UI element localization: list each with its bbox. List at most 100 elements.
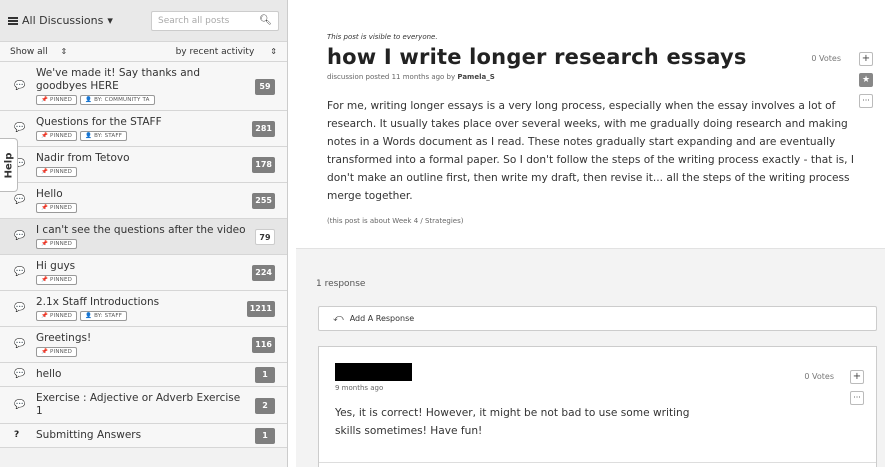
thread-list: 💬 We've made it! Say thanks and goodbyes … (0, 62, 287, 448)
comment-count: 1211 (246, 301, 275, 317)
thread-item[interactable]: ? Submitting Answers 1 (0, 424, 287, 448)
sort-bar: Show all ⇕ by recent activity ⇕ (0, 42, 287, 62)
thread-item[interactable]: 💬 Hi guys 📌 PINNED 224 (0, 255, 287, 291)
response-vote-count: 0 Votes (804, 372, 834, 381)
vote-plus-icon[interactable]: + (859, 52, 873, 66)
discussion-sidebar: All Discussions ▾ 🔍︎ Show all ⇕ by recen… (0, 0, 288, 467)
thread-item[interactable]: 💬 Exercise : Adjective or Adverb Exercise… (0, 387, 287, 424)
pinned-badge: 📌 PINNED (36, 311, 78, 321)
response-body: Yes, it is correct! However, it might be… (335, 407, 690, 437)
search-icon[interactable]: 🔍︎ (259, 15, 272, 26)
thread-title: Greetings! (36, 332, 92, 344)
vote-plus-icon[interactable]: + (850, 370, 864, 384)
pinned-badge: 📌 PINNED (36, 239, 78, 249)
thread-title: Nadir from Tetovo (36, 152, 130, 164)
select-arrows-icon: ⇕ (270, 47, 277, 56)
pinned-badge: 📌 PINNED (36, 95, 78, 105)
response-card: 9 months ago Yes, it is correct! However… (318, 346, 877, 467)
thread-item[interactable]: 💬 I can't see the questions after the vid… (0, 219, 287, 255)
pinned-badge: 📌 PINNED (36, 275, 78, 285)
divider (319, 462, 876, 463)
visibility-note: This post is visible to everyone. (327, 33, 438, 41)
thread-badges: 📌 PINNED (36, 167, 247, 177)
thread-item[interactable]: 💬 We've made it! Say thanks and goodbyes … (0, 62, 287, 111)
thread-title: hello (36, 368, 62, 380)
thread-badges: 📌 PINNED (36, 239, 247, 249)
thread-title: Exercise : Adjective or Adverb Exercise … (36, 392, 241, 417)
thread-badges: 📌 PINNED (36, 347, 247, 357)
pinned-badge: 📌 PINNED (36, 131, 78, 141)
thread-item[interactable]: 💬 Nadir from Tetovo 📌 PINNED 178 (0, 147, 287, 183)
comment-count: 2 (255, 397, 275, 414)
author-role-badge: 👤 BY: STAFF (80, 311, 128, 321)
thread-badges: 📌 PINNED (36, 203, 247, 213)
select-arrows-icon: ⇕ (60, 46, 68, 56)
all-discussions-menu[interactable]: All Discussions ▾ (8, 14, 113, 27)
more-options-icon[interactable]: ··· (859, 94, 873, 108)
add-response-button[interactable]: ⤺ Add A Response (318, 306, 877, 331)
thread-item[interactable]: 💬 2.1x Staff Introductions 📌 PINNED 👤 BY: S… (0, 291, 287, 327)
comment-icon: 💬 (14, 303, 26, 313)
menu-icon (8, 16, 18, 25)
author-role-badge: 👤 BY: STAFF (80, 131, 128, 141)
all-discussions-label: All Discussions (22, 14, 104, 27)
response-count: 1 response (316, 279, 366, 289)
comment-icon: 💬 (14, 123, 26, 133)
author-link[interactable]: Pamela_S (457, 73, 494, 81)
comment-count: 59 (255, 78, 275, 95)
thread-item[interactable]: 💬 Hello 📌 PINNED 255 (0, 183, 287, 219)
thread-title: 2.1x Staff Introductions (36, 296, 160, 308)
redacted-author (335, 363, 412, 381)
post-body: For me, writing longer essays is a very … (327, 100, 855, 202)
thread-item[interactable]: 💬 hello 1 (0, 363, 287, 387)
question-icon: ? (14, 430, 20, 440)
more-options-icon[interactable]: ··· (850, 391, 864, 405)
comment-count: 1 (255, 367, 275, 383)
comment-count: 224 (252, 265, 275, 281)
thread-title: Hello (36, 188, 63, 200)
comment-count: 116 (252, 337, 275, 353)
comment-count: 178 (252, 157, 275, 173)
comment-count: 79 (255, 229, 275, 245)
star-icon[interactable]: ★ (859, 73, 873, 87)
comment-icon: 💬 (14, 80, 26, 91)
original-post: This post is visible to everyone. how I … (296, 0, 885, 248)
thread-badges: 📌 PINNED 👤 BY: COMMUNITY TA (36, 95, 247, 105)
help-label: Help (3, 152, 14, 178)
comment-count: 255 (252, 193, 275, 209)
vote-count: 0 Votes (811, 54, 841, 63)
author-role-badge: 👤 BY: COMMUNITY TA (80, 95, 155, 105)
thread-view: This post is visible to everyone. how I … (296, 0, 885, 467)
thread-badges: 📌 PINNED 👤 BY: STAFF (36, 131, 247, 141)
pinned-badge: 📌 PINNED (36, 203, 78, 213)
comment-icon: 💬 (14, 369, 26, 379)
caret-down-icon: ▾ (107, 14, 113, 27)
post-title: how I write longer research essays (327, 45, 747, 69)
responses-section: 1 response ⤺ Add A Response 9 months ago… (296, 248, 885, 467)
sort-select[interactable]: by recent activity ⇕ (176, 47, 277, 57)
post-meta-text: discussion posted 11 months ago by (327, 73, 456, 81)
thread-item[interactable]: 💬 Questions for the STAFF 📌 PINNED 👤 BY: ST… (0, 111, 287, 147)
search-input[interactable] (158, 15, 260, 26)
thread-title: Hi guys (36, 260, 76, 272)
comment-icon: 💬 (14, 399, 26, 410)
filter-label: Show all (10, 46, 48, 57)
thread-badges: 📌 PINNED 👤 BY: STAFF (36, 311, 247, 321)
comment-count: 281 (252, 121, 275, 137)
comment-icon: 💬 (14, 267, 26, 277)
thread-item[interactable]: 💬 Greetings! 📌 PINNED 116 (0, 327, 287, 363)
help-tab[interactable]: Help (0, 138, 18, 192)
thread-badges: 📌 PINNED (36, 275, 247, 285)
post-meta: discussion posted 11 months ago by Pamel… (327, 73, 885, 81)
search-box[interactable]: 🔍︎ (151, 10, 279, 31)
pinned-badge: 📌 PINNED (36, 167, 78, 177)
sort-label: by recent activity (175, 46, 255, 57)
post-topic: (this post is about Week 4 / Strategies) (327, 217, 464, 225)
sidebar-header: All Discussions ▾ 🔍︎ (0, 0, 287, 42)
reply-icon: ⤺ (333, 313, 344, 324)
comment-icon: 💬 (14, 339, 26, 349)
add-response-label: Add A Response (349, 314, 415, 323)
thread-title: I can't see the questions after the vide… (36, 224, 246, 236)
filter-select[interactable]: Show all ⇕ (10, 47, 67, 57)
thread-title: We've made it! Say thanks and goodbyes H… (36, 67, 200, 92)
